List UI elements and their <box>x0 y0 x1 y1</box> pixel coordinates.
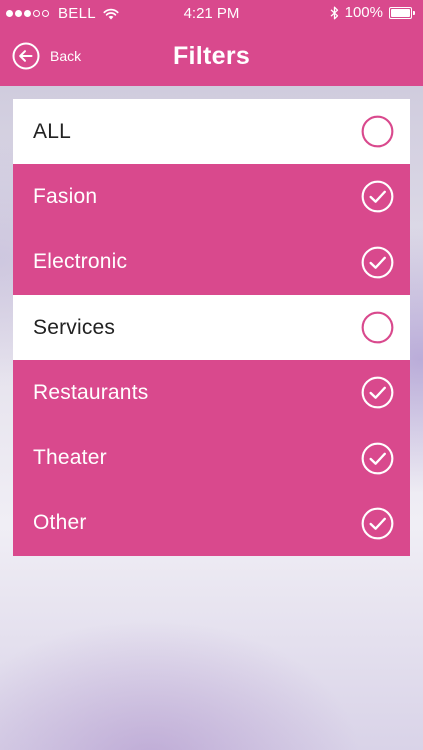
status-right: 100% <box>330 4 415 21</box>
filter-toggle-icon[interactable] <box>361 376 394 409</box>
checkmark-circle-icon <box>361 507 394 540</box>
filter-row-other[interactable]: Other <box>13 490 410 557</box>
filter-toggle-icon[interactable] <box>361 246 394 279</box>
filter-row-electronic[interactable]: Electronic <box>13 229 410 295</box>
checkmark-circle-icon <box>361 376 394 409</box>
filter-label: Restaurants <box>33 380 149 404</box>
filter-row-theater[interactable]: Theater <box>13 425 410 491</box>
empty-circle-icon <box>361 311 394 344</box>
battery-fill <box>391 8 410 17</box>
empty-circle-icon <box>361 115 394 148</box>
filter-label: Fasion <box>33 184 98 208</box>
filter-label: Electronic <box>33 250 128 274</box>
filter-toggle-icon[interactable] <box>361 180 394 213</box>
battery-icon <box>389 6 415 19</box>
checkmark-circle-icon <box>361 181 394 213</box>
nav-header: BELL 4:21 PM 100% Back Filters <box>0 0 423 86</box>
filter-toggle-icon[interactable] <box>361 507 394 540</box>
filter-toggle-icon[interactable] <box>361 311 394 344</box>
filter-row-all[interactable]: ALL <box>13 99 410 165</box>
filter-row-services[interactable]: Services <box>13 294 410 361</box>
checkmark-circle-icon <box>361 442 394 475</box>
battery-tip <box>413 10 415 15</box>
filter-label: Other <box>33 511 87 535</box>
status-bar: BELL 4:21 PM 100% <box>0 0 423 28</box>
filter-row-fasion[interactable]: Fasion <box>13 164 410 230</box>
filter-toggle-icon[interactable] <box>361 442 394 475</box>
bluetooth-icon <box>330 6 338 19</box>
filter-label: Services <box>33 315 116 339</box>
checkmark-circle-icon <box>361 246 394 279</box>
filter-row-restaurants[interactable]: Restaurants <box>13 360 410 426</box>
page-title: Filters <box>172 42 251 70</box>
filter-label: ALL <box>33 119 71 143</box>
battery-body <box>389 6 412 19</box>
filter-label: Theater <box>33 446 107 470</box>
battery-percentage: 100% <box>344 4 383 21</box>
filter-toggle-icon[interactable] <box>361 115 394 148</box>
filter-list: ALL Fasion Electronic Services Restauran… <box>13 99 410 557</box>
